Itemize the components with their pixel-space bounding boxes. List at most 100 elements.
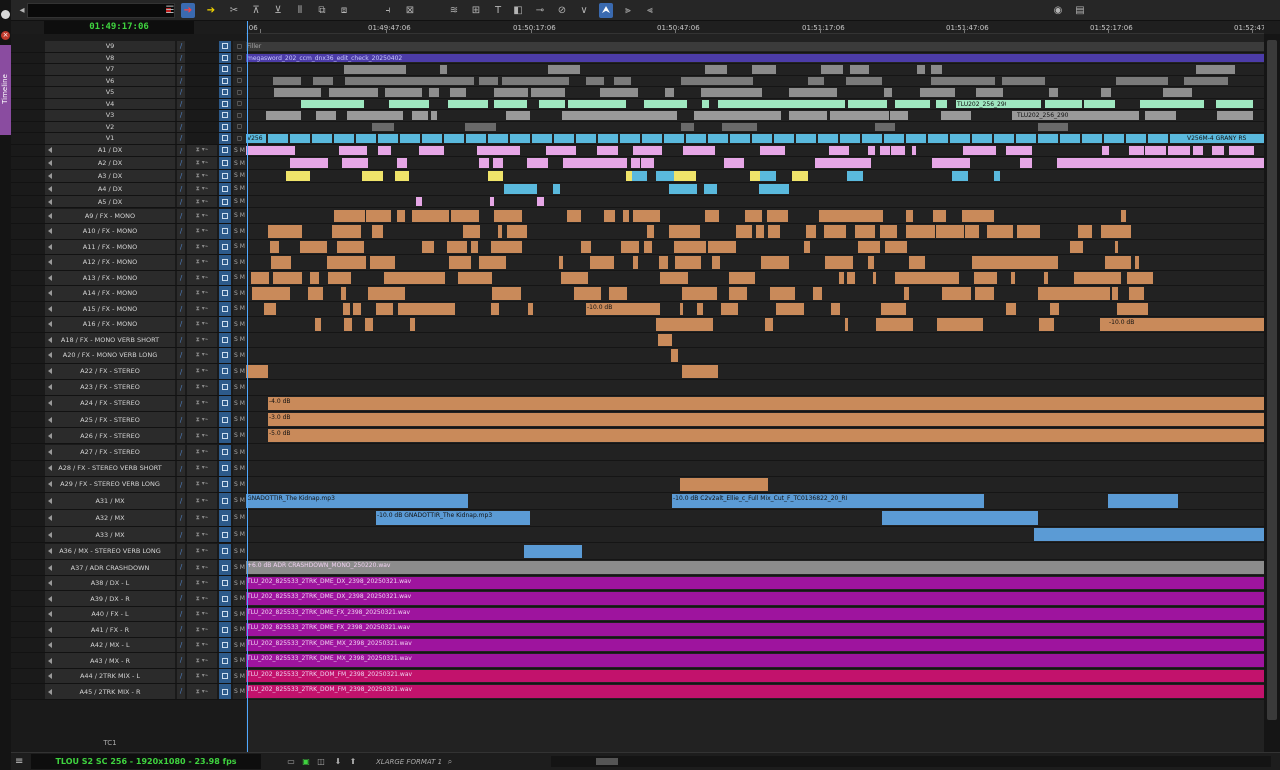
track-header[interactable]: A33 / MX / ⧗ ▾⌁ S M: [11, 526, 246, 544]
position-indicator[interactable]: [247, 21, 248, 752]
clip[interactable]: [313, 76, 333, 85]
clip[interactable]: [890, 111, 909, 120]
track-monitor-icon[interactable]: [219, 476, 231, 493]
clip[interactable]: [987, 225, 1002, 238]
track-lane[interactable]: [246, 170, 1264, 183]
track-header[interactable]: A22 / FX - STEREO / ⧗ ▾⌁ S M: [11, 363, 246, 380]
track-name[interactable]: A5 / DX: [45, 195, 175, 208]
clip[interactable]: [338, 256, 366, 269]
track-lane[interactable]: TLU_202_825533_2TRK_DOM_FM_2398_20250321…: [246, 669, 1264, 685]
clip[interactable]: [590, 256, 615, 269]
clip[interactable]: [428, 88, 434, 97]
clip[interactable]: [846, 171, 863, 181]
clip[interactable]: [974, 287, 993, 300]
track-name[interactable]: A11 / FX - MONO: [45, 239, 175, 254]
clip[interactable]: TLU_202_825533_2TRK_DME_FX_2398_20250321…: [246, 607, 1264, 621]
track-format-label[interactable]: XLARGE FORMAT 1: [376, 756, 442, 768]
track-enable-icon[interactable]: /: [177, 622, 185, 637]
clip[interactable]: [510, 134, 530, 143]
clip[interactable]: [342, 302, 351, 315]
clip[interactable]: [928, 134, 948, 143]
track-controls-icon[interactable]: ⧗ ▾⌁: [187, 157, 217, 170]
clip-color-icon[interactable]: ◧: [511, 3, 525, 18]
clip[interactable]: [830, 302, 840, 315]
clip[interactable]: [950, 134, 970, 143]
clip[interactable]: [273, 271, 302, 284]
clip[interactable]: [620, 134, 640, 143]
track-enable-icon[interactable]: /: [177, 476, 185, 493]
track-lane[interactable]: [246, 445, 1264, 461]
clip[interactable]: TLU202_256_290: [1016, 111, 1086, 120]
clip[interactable]: [755, 225, 764, 238]
track-name[interactable]: A1 / DX: [45, 144, 175, 157]
track-controls-icon[interactable]: ⧗ ▾⌁: [187, 509, 217, 526]
track-enable-icon[interactable]: /: [177, 444, 185, 460]
clip[interactable]: [814, 76, 821, 85]
clip[interactable]: [264, 145, 274, 156]
clip-color-toggle-icon[interactable]: ▣: [301, 756, 311, 767]
track-name[interactable]: A23 / FX - STEREO: [45, 379, 175, 395]
clip[interactable]: [1138, 271, 1153, 284]
track-name[interactable]: V6: [45, 75, 175, 86]
track-enable-icon[interactable]: /: [177, 684, 185, 699]
track-monitor-icon[interactable]: [219, 301, 231, 316]
clip[interactable]: [411, 111, 429, 120]
track-expand-icon[interactable]: [48, 228, 52, 235]
clip[interactable]: [1020, 158, 1032, 169]
track-name[interactable]: A4 / DX: [45, 182, 175, 195]
track-enable-icon[interactable]: /: [177, 170, 185, 182]
track-controls-icon[interactable]: ⧗ ▾⌁: [187, 332, 217, 347]
red-segment-mode-button[interactable]: ➔: [181, 3, 195, 18]
track-controls-icon[interactable]: ⧗ ▾⌁: [187, 270, 217, 285]
track-controls-icon[interactable]: ⧗ ▾⌁: [187, 170, 217, 182]
clip[interactable]: [462, 225, 481, 238]
track-name[interactable]: V4: [45, 98, 175, 109]
clip[interactable]: [1190, 527, 1264, 542]
track-expand-icon[interactable]: [48, 198, 52, 205]
clip[interactable]: [908, 256, 926, 269]
clip[interactable]: [882, 510, 1038, 525]
clip[interactable]: Filler: [246, 42, 1264, 51]
track-lane[interactable]: [246, 209, 1264, 224]
track-expand-icon[interactable]: [48, 290, 52, 297]
track-header[interactable]: A14 / FX - MONO / ⧗ ▾⌁ S M: [11, 286, 246, 302]
track-lane[interactable]: [246, 157, 1264, 171]
clip[interactable]: [875, 111, 883, 120]
clip[interactable]: [528, 302, 533, 315]
clip[interactable]: [1115, 240, 1119, 253]
clip[interactable]: [914, 271, 924, 284]
track-lane[interactable]: TLU202_256_290: [246, 99, 1264, 110]
clip[interactable]: [879, 145, 891, 156]
track-enable-icon[interactable]: /: [177, 428, 185, 444]
clip[interactable]: [354, 76, 395, 85]
clip[interactable]: [310, 271, 320, 284]
clip[interactable]: [867, 256, 874, 269]
clip[interactable]: [885, 318, 914, 331]
track-enable-icon[interactable]: /: [177, 110, 185, 121]
track-expand-icon[interactable]: [48, 321, 52, 328]
clip[interactable]: [342, 158, 368, 169]
clip[interactable]: [936, 99, 948, 108]
clip[interactable]: [268, 134, 288, 143]
clip[interactable]: [366, 111, 387, 120]
track-controls-icon[interactable]: ⧗ ▾⌁: [187, 255, 217, 270]
track-header[interactable]: V7/ ▢: [11, 64, 246, 76]
clip[interactable]: [633, 145, 640, 156]
clip[interactable]: [1148, 134, 1168, 143]
track-lock-icon[interactable]: ▢: [233, 110, 246, 121]
clip[interactable]: [494, 88, 510, 97]
clip[interactable]: [340, 145, 358, 156]
track-controls-icon[interactable]: ⧗ ▾⌁: [187, 195, 217, 208]
track-monitor-icon[interactable]: [219, 75, 231, 86]
track-name[interactable]: A3 / DX: [45, 170, 175, 182]
track-expand-icon[interactable]: [48, 259, 52, 266]
track-controls-icon[interactable]: ⧗ ▾⌁: [187, 286, 217, 301]
track-enable-icon[interactable]: /: [177, 98, 185, 109]
clip[interactable]: [372, 225, 384, 238]
clip[interactable]: [1100, 88, 1111, 97]
clip[interactable]: [1086, 287, 1111, 300]
clip[interactable]: [774, 134, 794, 143]
track-name[interactable]: A42 / MX - L: [45, 637, 175, 653]
track-monitor-icon[interactable]: [219, 606, 231, 622]
clip[interactable]: [631, 171, 647, 181]
